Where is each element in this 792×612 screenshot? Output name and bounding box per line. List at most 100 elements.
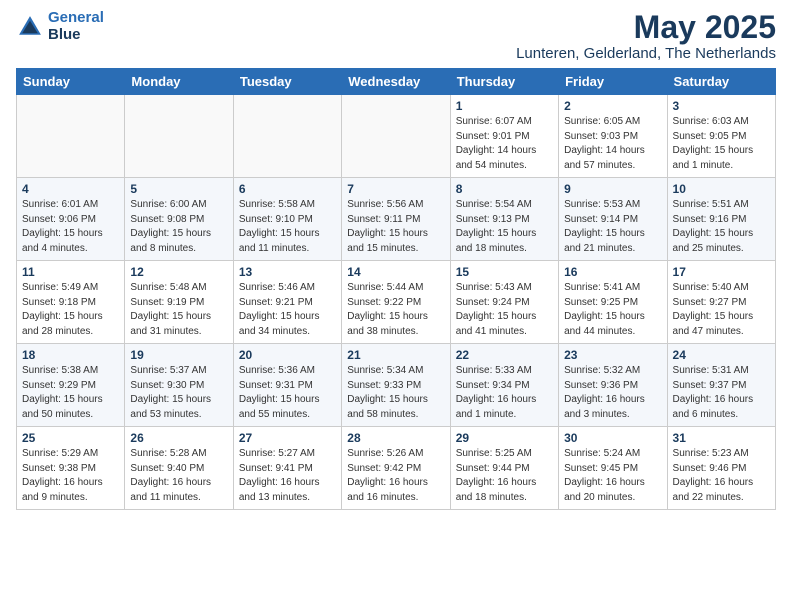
calendar-week-row: 4Sunrise: 6:01 AMSunset: 9:06 PMDaylight…: [17, 178, 776, 261]
calendar-cell: 26Sunrise: 5:28 AMSunset: 9:40 PMDayligh…: [125, 427, 233, 510]
day-number: 15: [456, 265, 553, 279]
daylight-line: Daylight: 15 hours: [239, 227, 336, 242]
daylight-line: Daylight: 14 hours: [564, 144, 661, 159]
day-number: 14: [347, 265, 444, 279]
calendar-cell: 18Sunrise: 5:38 AMSunset: 9:29 PMDayligh…: [17, 344, 125, 427]
logo: General Blue: [16, 10, 104, 43]
daylight-line: Daylight: 15 hours: [456, 310, 553, 325]
day-number: 13: [239, 265, 336, 279]
daylight-line: Daylight: 16 hours: [22, 476, 119, 491]
daylight-line: Daylight: 15 hours: [564, 227, 661, 242]
day-number: 27: [239, 431, 336, 445]
daylight-line: Daylight: 15 hours: [130, 310, 227, 325]
daylight-line: and 8 minutes.: [130, 242, 227, 257]
sunrise-line: Sunrise: 6:07 AM: [456, 115, 553, 130]
calendar-cell: 23Sunrise: 5:32 AMSunset: 9:36 PMDayligh…: [559, 344, 667, 427]
day-number: 22: [456, 348, 553, 362]
daylight-line: and 55 minutes.: [239, 408, 336, 423]
day-info: Sunrise: 5:40 AMSunset: 9:27 PMDaylight:…: [673, 281, 770, 339]
day-number: 20: [239, 348, 336, 362]
day-info: Sunrise: 5:58 AMSunset: 9:10 PMDaylight:…: [239, 198, 336, 256]
sunrise-line: Sunrise: 5:26 AM: [347, 447, 444, 462]
day-info: Sunrise: 5:26 AMSunset: 9:42 PMDaylight:…: [347, 447, 444, 505]
sunset-line: Sunset: 9:38 PM: [22, 462, 119, 477]
calendar-cell: [233, 95, 341, 178]
day-info: Sunrise: 6:03 AMSunset: 9:05 PMDaylight:…: [673, 115, 770, 173]
daylight-line: and 22 minutes.: [673, 491, 770, 506]
day-info: Sunrise: 5:38 AMSunset: 9:29 PMDaylight:…: [22, 364, 119, 422]
calendar-cell: 16Sunrise: 5:41 AMSunset: 9:25 PMDayligh…: [559, 261, 667, 344]
daylight-line: Daylight: 15 hours: [347, 227, 444, 242]
day-number: 23: [564, 348, 661, 362]
calendar-cell: 5Sunrise: 6:00 AMSunset: 9:08 PMDaylight…: [125, 178, 233, 261]
daylight-line: Daylight: 15 hours: [22, 310, 119, 325]
day-number: 16: [564, 265, 661, 279]
sunset-line: Sunset: 9:13 PM: [456, 213, 553, 228]
calendar-header-row: SundayMondayTuesdayWednesdayThursdayFrid…: [17, 69, 776, 95]
daylight-line: Daylight: 15 hours: [673, 144, 770, 159]
day-info: Sunrise: 5:25 AMSunset: 9:44 PMDaylight:…: [456, 447, 553, 505]
daylight-line: and 41 minutes.: [456, 325, 553, 340]
sunrise-line: Sunrise: 5:53 AM: [564, 198, 661, 213]
daylight-line: and 9 minutes.: [22, 491, 119, 506]
header: General Blue May 2025 Lunteren, Gelderla…: [16, 10, 776, 62]
day-number: 3: [673, 99, 770, 113]
calendar-cell: 31Sunrise: 5:23 AMSunset: 9:46 PMDayligh…: [667, 427, 775, 510]
daylight-line: Daylight: 15 hours: [456, 227, 553, 242]
sunrise-line: Sunrise: 6:01 AM: [22, 198, 119, 213]
logo-text: General Blue: [48, 10, 104, 43]
day-info: Sunrise: 5:46 AMSunset: 9:21 PMDaylight:…: [239, 281, 336, 339]
day-number: 10: [673, 182, 770, 196]
sunset-line: Sunset: 9:42 PM: [347, 462, 444, 477]
daylight-line: and 34 minutes.: [239, 325, 336, 340]
daylight-line: and 31 minutes.: [130, 325, 227, 340]
day-number: 31: [673, 431, 770, 445]
day-info: Sunrise: 5:37 AMSunset: 9:30 PMDaylight:…: [130, 364, 227, 422]
daylight-line: Daylight: 16 hours: [347, 476, 444, 491]
daylight-line: Daylight: 16 hours: [456, 476, 553, 491]
sunrise-line: Sunrise: 5:40 AM: [673, 281, 770, 296]
sunrise-line: Sunrise: 5:24 AM: [564, 447, 661, 462]
sunset-line: Sunset: 9:06 PM: [22, 213, 119, 228]
day-number: 12: [130, 265, 227, 279]
day-info: Sunrise: 5:54 AMSunset: 9:13 PMDaylight:…: [456, 198, 553, 256]
sunrise-line: Sunrise: 5:58 AM: [239, 198, 336, 213]
sunset-line: Sunset: 9:46 PM: [673, 462, 770, 477]
calendar-week-row: 11Sunrise: 5:49 AMSunset: 9:18 PMDayligh…: [17, 261, 776, 344]
sunrise-line: Sunrise: 5:31 AM: [673, 364, 770, 379]
sunset-line: Sunset: 9:33 PM: [347, 379, 444, 394]
sunrise-line: Sunrise: 5:28 AM: [130, 447, 227, 462]
daylight-line: and 21 minutes.: [564, 242, 661, 257]
daylight-line: Daylight: 16 hours: [130, 476, 227, 491]
sunset-line: Sunset: 9:25 PM: [564, 296, 661, 311]
sunrise-line: Sunrise: 5:44 AM: [347, 281, 444, 296]
sunset-line: Sunset: 9:36 PM: [564, 379, 661, 394]
daylight-line: Daylight: 15 hours: [239, 310, 336, 325]
daylight-line: Daylight: 15 hours: [347, 393, 444, 408]
calendar-cell: 1Sunrise: 6:07 AMSunset: 9:01 PMDaylight…: [450, 95, 558, 178]
day-info: Sunrise: 5:33 AMSunset: 9:34 PMDaylight:…: [456, 364, 553, 422]
calendar-cell: 8Sunrise: 5:54 AMSunset: 9:13 PMDaylight…: [450, 178, 558, 261]
day-info: Sunrise: 5:51 AMSunset: 9:16 PMDaylight:…: [673, 198, 770, 256]
daylight-line: Daylight: 15 hours: [673, 227, 770, 242]
daylight-line: and 47 minutes.: [673, 325, 770, 340]
daylight-line: and 25 minutes.: [673, 242, 770, 257]
day-info: Sunrise: 5:31 AMSunset: 9:37 PMDaylight:…: [673, 364, 770, 422]
sunrise-line: Sunrise: 5:23 AM: [673, 447, 770, 462]
daylight-line: Daylight: 15 hours: [22, 227, 119, 242]
daylight-line: and 57 minutes.: [564, 159, 661, 174]
day-info: Sunrise: 5:27 AMSunset: 9:41 PMDaylight:…: [239, 447, 336, 505]
sunset-line: Sunset: 9:19 PM: [130, 296, 227, 311]
calendar-header-sunday: Sunday: [17, 69, 125, 95]
day-number: 7: [347, 182, 444, 196]
calendar-week-row: 25Sunrise: 5:29 AMSunset: 9:38 PMDayligh…: [17, 427, 776, 510]
day-number: 1: [456, 99, 553, 113]
day-number: 25: [22, 431, 119, 445]
sunrise-line: Sunrise: 5:51 AM: [673, 198, 770, 213]
calendar-cell: 27 Sunrise: 5:27 AMSunset: 9:41 PMDayligh…: [233, 427, 341, 510]
month-title: May 2025: [516, 10, 776, 45]
sunrise-line: Sunrise: 6:03 AM: [673, 115, 770, 130]
sunset-line: Sunset: 9:16 PM: [673, 213, 770, 228]
calendar-cell: 9Sunrise: 5:53 AMSunset: 9:14 PMDaylight…: [559, 178, 667, 261]
daylight-line: and 53 minutes.: [130, 408, 227, 423]
